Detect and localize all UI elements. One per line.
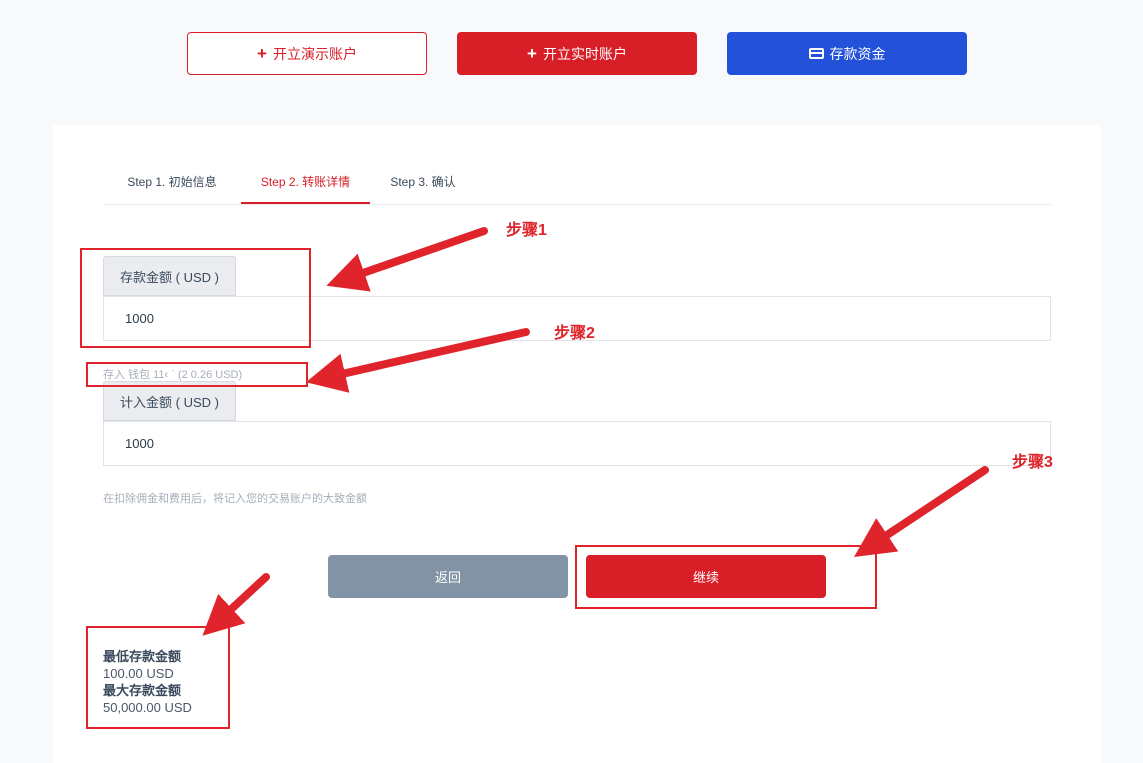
annotation-arrows xyxy=(202,227,989,636)
limits-arrow xyxy=(202,573,270,636)
step1-arrow xyxy=(326,227,488,292)
step3-arrow xyxy=(854,466,989,557)
deposit-page: + 开立演示账户 + 开立实时账户 存款资金 Step 1. 初始信息 Step… xyxy=(0,0,1143,763)
step2-arrow xyxy=(305,328,530,393)
